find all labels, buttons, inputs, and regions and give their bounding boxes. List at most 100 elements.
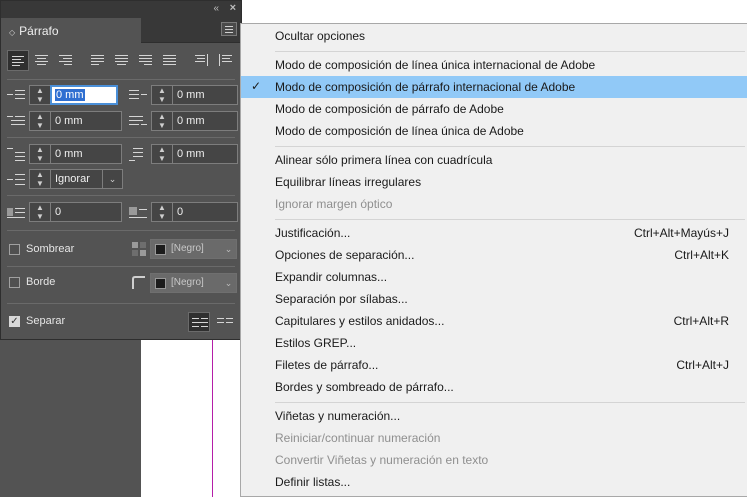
menu-item-align-first-line-grid[interactable]: Alinear sólo primera línea con cuadrícul…	[241, 149, 747, 171]
menu-item-borders-shading[interactable]: Bordes y sombreado de párrafo...	[241, 376, 747, 398]
space-after-icon	[129, 146, 149, 162]
drop-cap-lines-field: ▲ ▼ 0	[7, 202, 122, 222]
last-line-indent-icon	[129, 113, 149, 129]
indent-left-stepper[interactable]: ▲ ▼	[29, 85, 50, 105]
menu-item-single-line-composer[interactable]: Modo de composición de línea única de Ad…	[241, 120, 747, 142]
last-line-indent-field: ▲ ▼ 0 mm	[129, 111, 239, 131]
drop-cap-lines-input[interactable]: 0	[50, 202, 122, 222]
menu-item-hyphenation[interactable]: Separación por sílabas...	[241, 288, 747, 310]
menu-item-bullets-numbering[interactable]: Viñetas y numeración...	[241, 405, 747, 427]
chevron-down-icon[interactable]: ⌄	[221, 273, 237, 293]
span-checkbox[interactable]: ✓	[9, 316, 20, 327]
divider	[7, 79, 235, 80]
checkmark-icon: ✓	[251, 79, 262, 93]
divider	[7, 195, 235, 196]
span-label: Separar	[26, 315, 66, 327]
drop-cap-lines-stepper[interactable]: ▲ ▼	[29, 202, 50, 222]
menu-item-intl-single-line-composer[interactable]: Modo de composición de línea única inter…	[241, 54, 747, 76]
tab-paragraph[interactable]: ◇ Párrafo	[1, 18, 141, 43]
align-to-grid-field: ▲ ▼ Ignorar ⌄	[7, 169, 123, 189]
align-to-grid-select[interactable]: Ignorar	[50, 169, 103, 189]
align-right-icon[interactable]	[55, 50, 77, 71]
menu-separator	[275, 146, 745, 147]
black-swatch-icon	[155, 244, 166, 255]
indent-right-field: ▲ ▼ 0 mm	[129, 85, 239, 105]
menu-item-drop-caps-nested-styles[interactable]: Capitulares y estilos anidados... Ctrl+Al…	[241, 310, 747, 332]
shading-label: Sombrear	[26, 243, 75, 255]
justify-right-icon[interactable]	[135, 50, 157, 71]
space-before-stepper[interactable]: ▲ ▼	[29, 144, 50, 164]
chevron-down-icon[interactable]: ⌄	[103, 169, 123, 189]
drop-cap-chars-input[interactable]: 0	[172, 202, 238, 222]
menu-item-ignore-optical-margin: Ignorar margen óptico	[275, 197, 393, 211]
divider	[7, 230, 235, 231]
menu-item-grep-styles[interactable]: Estilos GREP...	[241, 332, 747, 354]
panel-flyout-menu: Ocultar opciones Modo de composición de …	[240, 23, 747, 497]
align-left-icon[interactable]	[7, 50, 29, 71]
border-checkbox[interactable]	[9, 277, 20, 288]
border-checkbox-row[interactable]: Borde	[9, 274, 99, 294]
chevron-down-icon[interactable]: ⌄	[221, 239, 237, 259]
indent-right-stepper[interactable]: ▲ ▼	[151, 85, 172, 105]
divider	[7, 303, 235, 304]
align-to-grid-icon	[7, 171, 27, 187]
align-to-grid-stepper[interactable]: ▲ ▼	[29, 169, 50, 189]
menu-item-restart-numbering: Reiniciar/continuar numeración	[275, 431, 441, 445]
span-checkbox-row[interactable]: ✓ Separar	[9, 313, 99, 333]
space-after-stepper[interactable]: ▲ ▼	[151, 144, 172, 164]
black-swatch-icon	[155, 278, 166, 289]
menu-item-paragraph-composer[interactable]: Modo de composición de párrafo de Adobe	[241, 98, 747, 120]
align-center-icon[interactable]	[31, 50, 53, 71]
panel-titlebar: « ×	[1, 1, 241, 18]
menu-separator	[275, 402, 745, 403]
drop-cap-chars-stepper[interactable]: ▲ ▼	[151, 202, 172, 222]
menu-item-intl-paragraph-composer[interactable]: ✓ Modo de composición de párrafo internac…	[241, 76, 747, 98]
menu-item-balance-ragged-lines[interactable]: Equilibrar líneas irregulares	[241, 171, 747, 193]
span-columns-icon[interactable]	[188, 312, 210, 332]
justify-left-icon[interactable]	[87, 50, 109, 71]
align-towards-spine-icon[interactable]	[191, 50, 213, 71]
space-after-field: ▲ ▼ 0 mm	[129, 144, 239, 164]
justify-center-icon[interactable]	[111, 50, 133, 71]
indent-left-input[interactable]: 0 mm	[50, 85, 118, 105]
indent-left-field: ▲ ▼ 0 mm	[7, 85, 118, 105]
menu-item-span-columns[interactable]: Expandir columnas...	[241, 266, 747, 288]
menu-separator	[275, 51, 745, 52]
indent-left-icon	[7, 87, 27, 103]
menu-separator	[275, 219, 745, 220]
shading-checkbox-row[interactable]: Sombrear	[9, 241, 99, 261]
margin-guide	[212, 340, 213, 497]
menu-item-hide-options[interactable]: Ocultar opciones	[241, 25, 747, 47]
align-away-from-spine-icon[interactable]	[215, 50, 237, 71]
shading-checkbox[interactable]	[9, 244, 20, 255]
last-line-indent-input[interactable]: 0 mm	[172, 111, 238, 131]
menu-item-paragraph-rules[interactable]: Filetes de párrafo... Ctrl+Alt+J	[241, 354, 747, 376]
menu-item-define-lists[interactable]: Definir listas...	[241, 471, 747, 493]
space-before-input[interactable]: 0 mm	[50, 144, 122, 164]
menu-item-justification[interactable]: Justificación... Ctrl+Alt+Mayús+J	[241, 222, 747, 244]
split-columns-icon[interactable]	[214, 312, 236, 332]
first-line-indent-stepper[interactable]: ▲ ▼	[29, 111, 50, 131]
border-label: Borde	[26, 276, 56, 288]
collapse-icon[interactable]: «	[213, 3, 219, 14]
space-after-input[interactable]: 0 mm	[172, 144, 238, 164]
panel-menu-button[interactable]	[221, 22, 237, 36]
first-line-indent-icon	[7, 113, 27, 129]
menu-item-keep-options[interactable]: Opciones de separación... Ctrl+Alt+K	[241, 244, 747, 266]
divider	[7, 266, 235, 267]
tab-paragraph-label: Párrafo	[19, 24, 59, 38]
drop-cap-lines-icon	[7, 204, 27, 220]
drop-cap-chars-field: ▲ ▼ 0	[129, 202, 239, 222]
panel-tabbar: ◇ Párrafo	[1, 18, 241, 43]
space-before-icon	[7, 146, 27, 162]
space-before-field: ▲ ▼ 0 mm	[7, 144, 122, 164]
last-line-indent-stepper[interactable]: ▲ ▼	[151, 111, 172, 131]
justify-all-icon[interactable]	[159, 50, 181, 71]
diamond-icon: ◇	[9, 28, 16, 37]
indent-right-input[interactable]: 0 mm	[172, 85, 238, 105]
close-icon[interactable]: ×	[230, 2, 236, 14]
paragraph-panel: « × ◇ Párrafo ▲ ▼ 0 mm ▲ ▼ 0 mm ▲ ▼ 0 mm…	[0, 0, 242, 340]
first-line-indent-input[interactable]: 0 mm	[50, 111, 122, 131]
first-line-indent-field: ▲ ▼ 0 mm	[7, 111, 122, 131]
menu-item-convert-bullets-to-text: Convertir Viñetas y numeración en texto	[275, 453, 489, 467]
